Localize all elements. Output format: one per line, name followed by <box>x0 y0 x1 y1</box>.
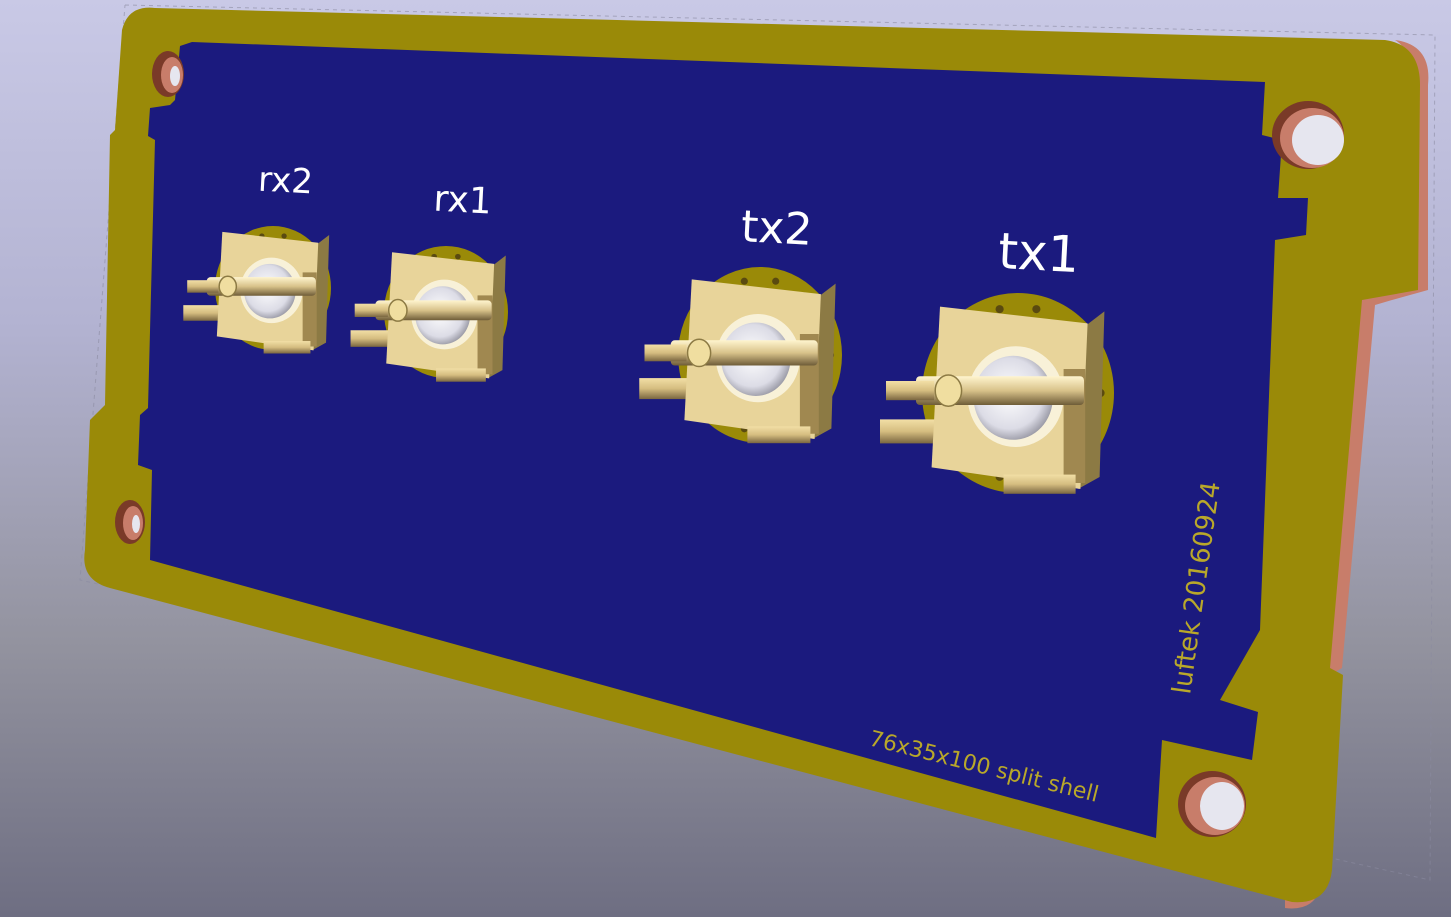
connector-rod-end <box>686 338 712 368</box>
connector-foot <box>263 341 311 354</box>
via-hole <box>740 277 748 285</box>
via-hole <box>455 253 461 260</box>
label-rx2: rx2 <box>257 160 314 203</box>
connector-pin-upper <box>886 381 934 401</box>
label-tx1: tx1 <box>997 222 1081 284</box>
connector-pin-upper <box>354 303 388 317</box>
via-hole <box>281 233 287 239</box>
mounting-hole-top-left <box>152 51 184 97</box>
via-hole <box>772 277 780 285</box>
connector-rod-end <box>934 374 963 407</box>
connector-rod-end <box>218 275 238 298</box>
mounting-hole-bottom-right <box>1178 771 1246 837</box>
connector-pin-upper <box>187 280 219 293</box>
connector-rod-end <box>387 298 408 322</box>
mounting-hole-top-right <box>1272 101 1344 169</box>
via-hole <box>1032 305 1041 314</box>
mounting-hole-bottom-left <box>115 500 145 544</box>
pcb-3d-viewer[interactable]: rx2 rx1 tx2 tx1 luftek 20160924 76x35x10… <box>0 0 1451 917</box>
connector-foot <box>747 426 811 444</box>
pcb-board[interactable]: rx2 rx1 tx2 tx1 luftek 20160924 76x35x10… <box>84 7 1429 909</box>
connector-pin-upper <box>644 344 687 362</box>
connector-foot <box>1003 474 1076 494</box>
label-rx1: rx1 <box>433 179 493 223</box>
via-hole <box>995 305 1004 314</box>
connector-foot <box>436 368 486 382</box>
label-tx2: tx2 <box>740 201 814 256</box>
